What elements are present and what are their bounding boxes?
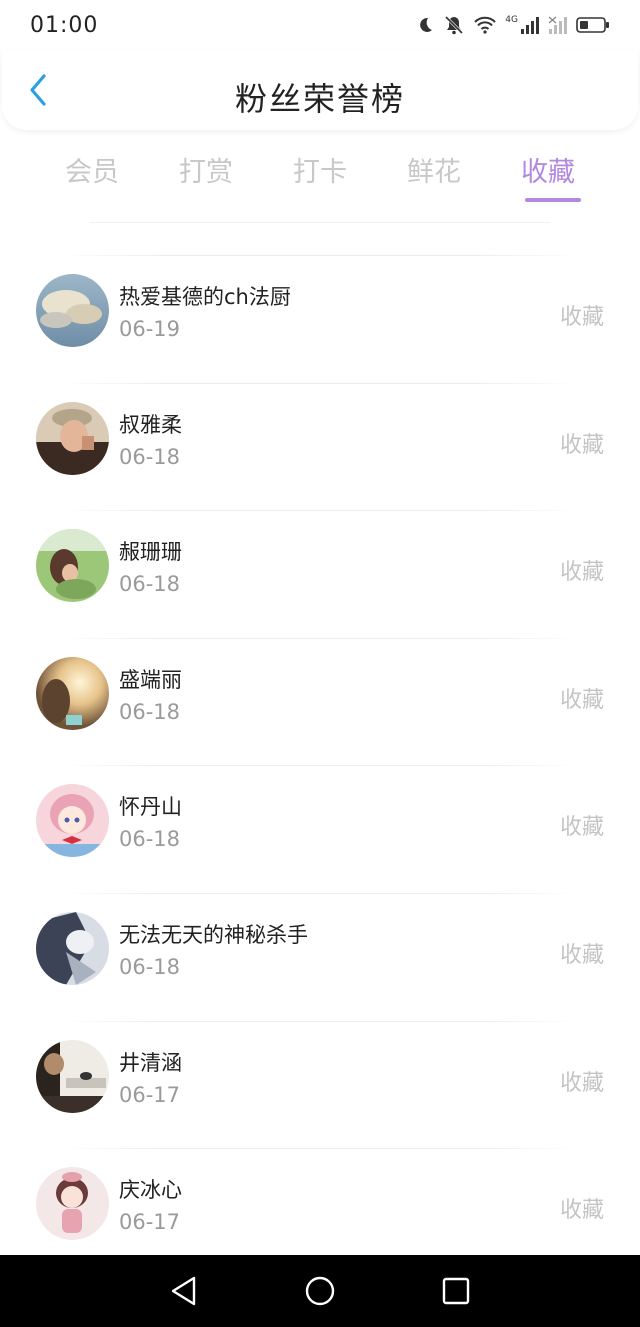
favorite-label: 收藏 bbox=[559, 560, 604, 586]
favorite-label: 收藏 bbox=[559, 815, 604, 841]
divider bbox=[60, 1148, 580, 1150]
divider bbox=[60, 255, 580, 256]
cartoon-girl-avatar bbox=[36, 1167, 109, 1241]
divider bbox=[60, 510, 580, 512]
favorite-label: 收藏 bbox=[559, 1070, 604, 1096]
triangle-back-icon bbox=[171, 1276, 196, 1306]
fan-date: 06-18 bbox=[119, 827, 181, 852]
tab-bar: 会员 打赏 打卡 鲜花 收藏 bbox=[0, 140, 640, 210]
favorite-label: 收藏 bbox=[559, 305, 604, 330]
fan-name: 盛端丽 bbox=[119, 667, 182, 692]
sunlight-avatar bbox=[36, 656, 109, 730]
list-item[interactable]: 叔雅柔 06-18 收藏 bbox=[0, 382, 640, 511]
list-item[interactable]: 无法无天的神秘杀手 06-18 收藏 bbox=[0, 892, 640, 1021]
signal-empty-icon bbox=[548, 16, 567, 34]
status-icons: 4G bbox=[415, 15, 610, 35]
fan-date: 06-17 bbox=[119, 1082, 181, 1107]
fan-date: 06-18 bbox=[119, 699, 181, 724]
fan-name: 赧珊珊 bbox=[119, 540, 182, 565]
avatar[interactable] bbox=[36, 1167, 109, 1241]
tab-checkin[interactable]: 打卡 bbox=[275, 150, 365, 189]
divider bbox=[60, 892, 580, 894]
bell-muted-icon bbox=[445, 15, 464, 35]
avatar[interactable] bbox=[36, 1039, 109, 1113]
circle-home-icon bbox=[305, 1276, 335, 1306]
divider bbox=[60, 1020, 580, 1022]
tab-flowers[interactable]: 鲜花 bbox=[389, 150, 479, 189]
favorite-label: 收藏 bbox=[559, 942, 604, 968]
divider bbox=[60, 382, 580, 384]
list-item[interactable]: 赧珊珊 06-18 收藏 bbox=[0, 510, 640, 638]
active-tab-indicator bbox=[525, 198, 581, 202]
avatar[interactable] bbox=[36, 529, 109, 603]
signal-icon bbox=[521, 17, 539, 34]
tab-favorites-label: 收藏 bbox=[521, 157, 575, 188]
tab-favorites[interactable]: 收藏 bbox=[503, 150, 593, 202]
anime-girl-avatar bbox=[36, 784, 109, 858]
avatar[interactable] bbox=[36, 401, 109, 475]
fan-date: 06-18 bbox=[119, 572, 181, 597]
sky-clouds-avatar bbox=[36, 274, 109, 347]
list-item[interactable]: 热爱基德的ch法厨 06-19 收藏 bbox=[0, 255, 640, 383]
wifi-icon bbox=[474, 16, 497, 34]
fan-list: 热爱基德的ch法厨 06-19 收藏 叔雅柔 06-18 收藏 赧珊珊 06-1… bbox=[0, 255, 640, 1276]
nav-recents-button[interactable] bbox=[438, 1273, 474, 1309]
fan-name: 无法无天的神秘杀手 bbox=[119, 922, 308, 947]
divider bbox=[60, 637, 580, 639]
dark-figure-avatar bbox=[36, 911, 109, 985]
fan-date: 06-18 bbox=[119, 444, 181, 469]
avatar[interactable] bbox=[36, 784, 109, 858]
divider bbox=[60, 765, 580, 767]
square-recents-icon bbox=[442, 1277, 470, 1305]
fan-date: 06-19 bbox=[119, 317, 181, 341]
favorite-label: 收藏 bbox=[559, 687, 604, 713]
fan-name: 庆冰心 bbox=[119, 1178, 182, 1203]
nav-home-button[interactable] bbox=[302, 1273, 338, 1309]
fan-name: 井清涵 bbox=[119, 1050, 182, 1075]
room-avatar bbox=[36, 1039, 109, 1113]
header: 粉丝荣誉榜 bbox=[2, 50, 638, 130]
girl-grass-avatar bbox=[36, 529, 109, 603]
status-time: 01:00 bbox=[30, 12, 99, 38]
list-item[interactable]: 怀丹山 06-18 收藏 bbox=[0, 765, 640, 893]
status-bar: 01:00 4G bbox=[0, 0, 640, 50]
man-cap-avatar bbox=[36, 401, 109, 475]
battery-icon bbox=[576, 17, 609, 33]
favorite-label: 收藏 bbox=[559, 432, 604, 458]
favorite-label: 收藏 bbox=[559, 1198, 604, 1224]
tab-reward[interactable]: 打赏 bbox=[161, 150, 251, 189]
fan-name: 怀丹山 bbox=[119, 795, 182, 820]
list-item[interactable]: 井清涵 06-17 收藏 bbox=[0, 1020, 640, 1149]
avatar[interactable] bbox=[36, 911, 109, 985]
fan-date: 06-17 bbox=[119, 1210, 181, 1235]
avatar[interactable] bbox=[36, 656, 109, 730]
system-nav-bar bbox=[0, 1255, 640, 1327]
network-label: 4G bbox=[505, 15, 518, 25]
fan-date: 06-18 bbox=[119, 954, 181, 979]
list-item[interactable]: 盛端丽 06-18 收藏 bbox=[0, 637, 640, 766]
nav-back-button[interactable] bbox=[166, 1273, 202, 1309]
fan-name: 叔雅柔 bbox=[119, 412, 182, 437]
page-title: 粉丝荣誉榜 bbox=[234, 80, 405, 118]
moon-icon bbox=[420, 17, 433, 32]
avatar[interactable] bbox=[36, 274, 109, 347]
fan-name: 热爱基德的ch法厨 bbox=[119, 285, 291, 309]
tabs-divider bbox=[90, 222, 550, 223]
tab-member[interactable]: 会员 bbox=[47, 150, 137, 189]
